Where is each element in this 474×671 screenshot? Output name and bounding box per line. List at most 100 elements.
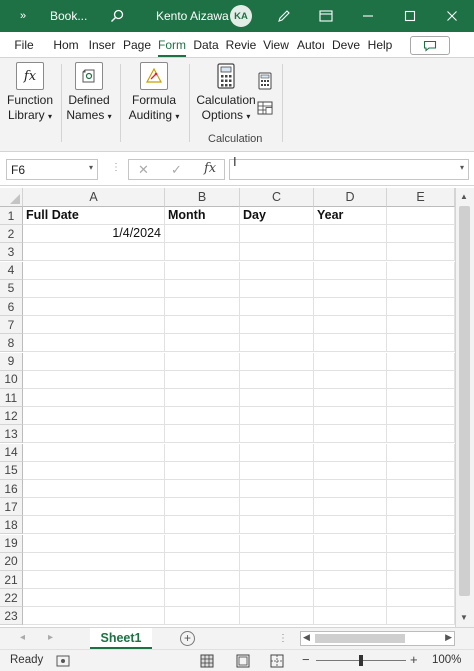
- comments-button[interactable]: [410, 36, 450, 55]
- cell-e20[interactable]: [387, 552, 455, 571]
- minimize-icon[interactable]: [357, 0, 379, 32]
- tab-insert[interactable]: Inser: [86, 32, 118, 58]
- cell-a23[interactable]: [23, 607, 165, 626]
- defined-names-button[interactable]: Defined Names ▾: [64, 62, 114, 124]
- row-header-5[interactable]: 5: [0, 279, 23, 298]
- sheet-tab-splitter-icon[interactable]: ⋮: [278, 633, 288, 644]
- cell-b15[interactable]: [165, 461, 240, 480]
- function-library-button[interactable]: fx Function Library ▾: [6, 62, 54, 124]
- cell-b21[interactable]: [165, 571, 240, 589]
- select-all-corner[interactable]: [0, 188, 23, 207]
- cell-b11[interactable]: [165, 389, 240, 407]
- search-icon[interactable]: [106, 0, 128, 32]
- tab-review[interactable]: Revie: [225, 32, 257, 58]
- scroll-down-icon[interactable]: ▼: [460, 613, 468, 622]
- row-header-22[interactable]: 22: [0, 589, 23, 608]
- row-header-11[interactable]: 11: [0, 389, 23, 407]
- cell-a18[interactable]: [23, 516, 165, 535]
- cell-c6[interactable]: [240, 298, 314, 316]
- cell-c8[interactable]: [240, 334, 314, 353]
- cell-d12[interactable]: [314, 407, 387, 426]
- cell-d22[interactable]: [314, 589, 387, 608]
- cell-a15[interactable]: [23, 461, 165, 480]
- cell-d1[interactable]: Year: [314, 207, 387, 225]
- cell-d19[interactable]: [314, 534, 387, 553]
- tab-file[interactable]: File: [8, 32, 40, 58]
- tab-data[interactable]: Data: [190, 32, 222, 58]
- cell-d16[interactable]: [314, 480, 387, 498]
- row-header-7[interactable]: 7: [0, 316, 23, 335]
- cell-c5[interactable]: [240, 279, 314, 298]
- cell-b2[interactable]: [165, 225, 240, 244]
- row-header-12[interactable]: 12: [0, 407, 23, 426]
- cell-b12[interactable]: [165, 407, 240, 426]
- row-header-8[interactable]: 8: [0, 334, 23, 353]
- column-header-b[interactable]: B: [165, 188, 240, 207]
- cell-c11[interactable]: [240, 389, 314, 407]
- cell-c7[interactable]: [240, 316, 314, 335]
- page-break-view-icon[interactable]: [270, 654, 284, 671]
- scroll-right-icon[interactable]: ▶: [445, 632, 452, 643]
- cell-a19[interactable]: [23, 534, 165, 553]
- zoom-slider-thumb[interactable]: [359, 655, 363, 666]
- cell-e1[interactable]: [387, 207, 455, 225]
- tab-automate[interactable]: Autoı: [295, 32, 327, 58]
- cell-b6[interactable]: [165, 298, 240, 316]
- user-avatar[interactable]: KA: [230, 0, 252, 32]
- cell-b9[interactable]: [165, 352, 240, 371]
- cell-a7[interactable]: [23, 316, 165, 335]
- cell-d11[interactable]: [314, 389, 387, 407]
- maximize-icon[interactable]: [399, 0, 421, 32]
- cell-d14[interactable]: [314, 443, 387, 462]
- cell-b8[interactable]: [165, 334, 240, 353]
- cell-e4[interactable]: [387, 261, 455, 280]
- column-header-e[interactable]: E: [387, 188, 455, 207]
- calculate-now-button[interactable]: [258, 72, 272, 93]
- cell-c3[interactable]: [240, 243, 314, 262]
- cell-a9[interactable]: [23, 352, 165, 371]
- cell-a17[interactable]: [23, 498, 165, 517]
- cell-c1[interactable]: Day: [240, 207, 314, 225]
- calculation-options-button[interactable]: Calculation Options ▾: [196, 62, 256, 124]
- row-header-20[interactable]: 20: [0, 552, 23, 571]
- cell-d6[interactable]: [314, 298, 387, 316]
- cell-d15[interactable]: [314, 461, 387, 480]
- workbook-title[interactable]: Book...: [50, 0, 87, 32]
- formula-bar-divider[interactable]: ⋮: [111, 162, 121, 173]
- accessibility-icon[interactable]: [56, 654, 70, 671]
- cell-c15[interactable]: [240, 461, 314, 480]
- row-header-16[interactable]: 16: [0, 480, 23, 498]
- row-header-2[interactable]: 2: [0, 225, 23, 244]
- cell-a16[interactable]: [23, 480, 165, 498]
- cell-a13[interactable]: [23, 425, 165, 444]
- cell-a22[interactable]: [23, 589, 165, 608]
- row-header-6[interactable]: 6: [0, 298, 23, 316]
- cell-e18[interactable]: [387, 516, 455, 535]
- cell-a5[interactable]: [23, 279, 165, 298]
- cell-d5[interactable]: [314, 279, 387, 298]
- row-header-14[interactable]: 14: [0, 443, 23, 462]
- cell-a20[interactable]: [23, 552, 165, 571]
- cell-a1[interactable]: Full Date: [23, 207, 165, 225]
- cell-b22[interactable]: [165, 589, 240, 608]
- cell-c18[interactable]: [240, 516, 314, 535]
- cell-a11[interactable]: [23, 389, 165, 407]
- cell-e5[interactable]: [387, 279, 455, 298]
- tab-formulas[interactable]: Form: [156, 32, 188, 58]
- cell-d3[interactable]: [314, 243, 387, 262]
- cell-d2[interactable]: [314, 225, 387, 244]
- cell-e9[interactable]: [387, 352, 455, 371]
- page-layout-view-icon[interactable]: [236, 654, 250, 671]
- cell-c16[interactable]: [240, 480, 314, 498]
- scroll-sheets-right-icon[interactable]: ▸: [48, 632, 53, 643]
- cell-b16[interactable]: [165, 480, 240, 498]
- chevron-down-icon[interactable]: ▾: [460, 163, 464, 172]
- row-header-1[interactable]: 1: [0, 207, 23, 225]
- cell-e17[interactable]: [387, 498, 455, 517]
- cell-c2[interactable]: [240, 225, 314, 244]
- cell-e19[interactable]: [387, 534, 455, 553]
- vertical-scrollbar[interactable]: ▲ ▼: [455, 188, 474, 627]
- tab-help[interactable]: Help: [364, 32, 396, 58]
- tab-home[interactable]: Hom: [50, 32, 82, 58]
- cell-d8[interactable]: [314, 334, 387, 353]
